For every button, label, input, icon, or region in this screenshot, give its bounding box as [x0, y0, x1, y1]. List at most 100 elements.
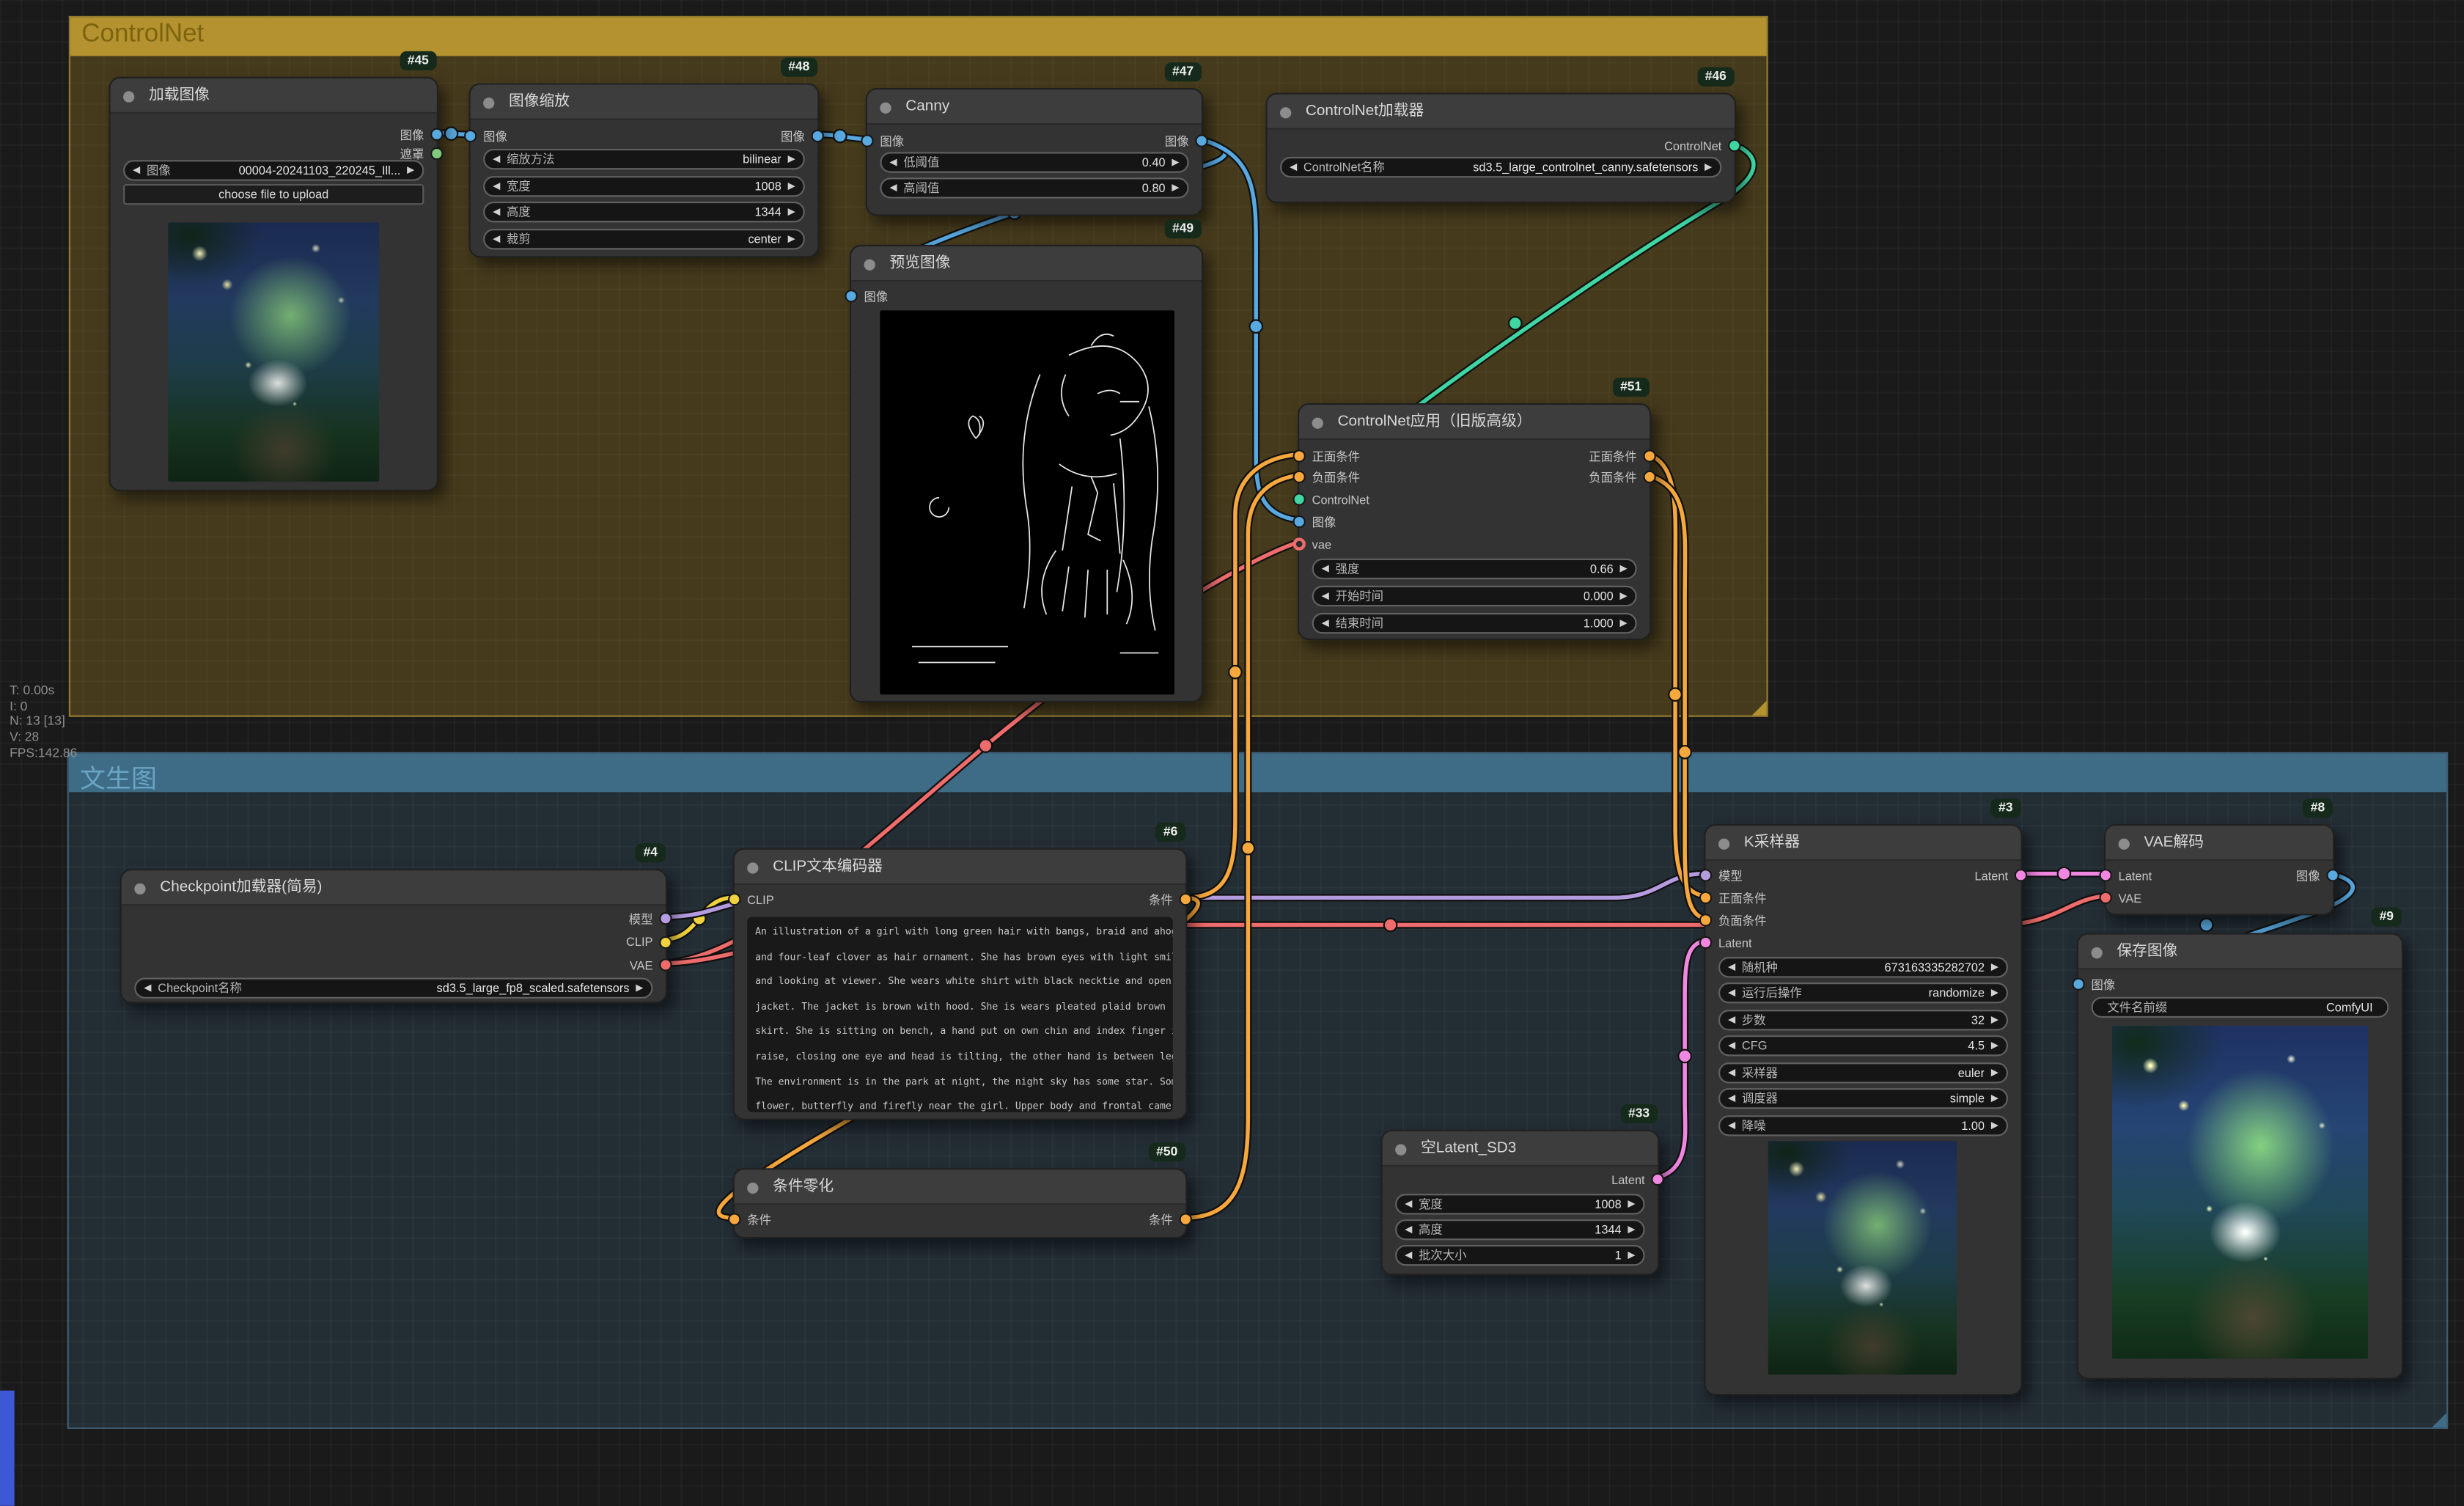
collapse-dot-icon[interactable] — [1312, 417, 1323, 428]
node-ksampler[interactable]: #3K采样器模型正面条件负面条件LatentLatent◀随机种67316333… — [1704, 824, 2022, 1395]
reroute-dot[interactable] — [1509, 317, 1521, 329]
widget-调度器[interactable]: ◀调度器simple▶ — [1718, 1088, 2008, 1109]
widget-步数[interactable]: ◀步数32▶ — [1718, 1009, 2008, 1029]
reroute-dot[interactable] — [1384, 919, 1397, 931]
reroute-dot[interactable] — [1229, 666, 1241, 678]
output-port-VAE[interactable] — [659, 958, 672, 971]
node-checkpoint-loader[interactable]: #4Checkpoint加载器(简易)模型CLIPVAE◀Checkpoint名… — [120, 869, 667, 1003]
increment-arrow-icon[interactable]: ▶ — [1991, 1093, 1998, 1104]
input-port-负面条件[interactable] — [1699, 914, 1712, 926]
reroute-dot[interactable] — [1678, 1050, 1691, 1062]
widget-button[interactable]: choose file to upload — [123, 184, 424, 205]
increment-arrow-icon[interactable]: ▶ — [1172, 156, 1179, 167]
input-port-图像[interactable] — [861, 134, 873, 147]
output-port-遮罩[interactable] — [430, 147, 443, 160]
output-port-条件[interactable] — [1180, 1213, 1192, 1225]
reroute-dot[interactable] — [2200, 919, 2213, 931]
decrement-arrow-icon[interactable]: ◀ — [133, 165, 140, 176]
input-port-图像[interactable] — [464, 130, 477, 142]
output-port-负面条件[interactable] — [1643, 471, 1655, 483]
input-port-Latent[interactable] — [1699, 936, 1712, 949]
decrement-arrow-icon[interactable]: ◀ — [1322, 589, 1329, 600]
node-title[interactable]: 预览图像 — [851, 246, 1202, 282]
input-port-Latent[interactable] — [2099, 869, 2111, 881]
widget-低阈值[interactable]: ◀低阈值0.40▶ — [880, 151, 1188, 172]
decrement-arrow-icon[interactable]: ◀ — [1322, 617, 1329, 628]
output-port-图像[interactable] — [2326, 869, 2339, 881]
collapse-dot-icon[interactable] — [2092, 947, 2103, 958]
collapse-dot-icon[interactable] — [134, 883, 145, 894]
decrement-arrow-icon[interactable]: ◀ — [1322, 562, 1329, 573]
node-title[interactable]: K采样器 — [1706, 826, 2021, 861]
widget-ControlNet名称[interactable]: ◀ControlNet名称sd3.5_large_controlnet_cann… — [1280, 156, 1721, 177]
decrement-arrow-icon[interactable]: ◀ — [1728, 1120, 1735, 1131]
input-port-vae[interactable] — [1292, 537, 1305, 550]
reroute-dot[interactable] — [445, 128, 457, 140]
increment-arrow-icon[interactable]: ▶ — [788, 154, 795, 165]
increment-arrow-icon[interactable]: ▶ — [1628, 1198, 1635, 1209]
decrement-arrow-icon[interactable]: ◀ — [889, 183, 897, 194]
decrement-arrow-icon[interactable]: ◀ — [493, 180, 500, 191]
input-port-ControlNet[interactable] — [1292, 493, 1305, 505]
decrement-arrow-icon[interactable]: ◀ — [144, 982, 151, 993]
increment-arrow-icon[interactable]: ▶ — [1172, 183, 1179, 194]
input-port-正面条件[interactable] — [1699, 892, 1712, 904]
decrement-arrow-icon[interactable]: ◀ — [1405, 1224, 1412, 1235]
collapse-dot-icon[interactable] — [864, 258, 875, 269]
input-port-正面条件[interactable] — [1292, 449, 1305, 462]
node-title[interactable]: Checkpoint加载器(简易) — [122, 870, 666, 906]
increment-arrow-icon[interactable]: ▶ — [1991, 1067, 1998, 1078]
collapse-dot-icon[interactable] — [1718, 838, 1729, 849]
decrement-arrow-icon[interactable]: ◀ — [1405, 1198, 1412, 1209]
widget-开始时间[interactable]: ◀开始时间0.000▶ — [1312, 585, 1637, 606]
widget-高阈值[interactable]: ◀高阈值0.80▶ — [880, 177, 1188, 198]
collapse-dot-icon[interactable] — [1280, 106, 1291, 117]
widget-Checkpoint名称[interactable]: ◀Checkpoint名称sd3.5_large_fp8_scaled.safe… — [134, 977, 652, 997]
node-title[interactable]: Canny — [867, 89, 1202, 125]
node-title[interactable]: 空Latent_SD3 — [1383, 1131, 1658, 1167]
node-title[interactable]: ControlNet应用（旧版高级） — [1299, 405, 1650, 440]
decrement-arrow-icon[interactable]: ◀ — [1728, 988, 1735, 999]
increment-arrow-icon[interactable]: ▶ — [1628, 1250, 1635, 1261]
decrement-arrow-icon[interactable]: ◀ — [1290, 161, 1297, 172]
output-port-图像[interactable] — [430, 128, 443, 141]
increment-arrow-icon[interactable]: ▶ — [1620, 562, 1628, 573]
decrement-arrow-icon[interactable]: ◀ — [1728, 1067, 1735, 1078]
widget-宽度[interactable]: ◀宽度1008▶ — [1395, 1193, 1644, 1213]
widget-缩放方法[interactable]: ◀缩放方法bilinear▶ — [483, 149, 805, 169]
increment-arrow-icon[interactable]: ▶ — [1991, 1040, 1998, 1051]
increment-arrow-icon[interactable]: ▶ — [788, 180, 795, 191]
widget-文件名前缀[interactable]: 文件名前缀ComfyUI — [2092, 996, 2389, 1017]
decrement-arrow-icon[interactable]: ◀ — [493, 233, 500, 244]
widget-强度[interactable]: ◀强度0.66▶ — [1312, 558, 1637, 578]
input-port-模型[interactable] — [1699, 869, 1712, 881]
node-apply-controlnet[interactable]: #51ControlNet应用（旧版高级）正面条件负面条件ControlNet图… — [1298, 403, 1651, 640]
reroute-dot[interactable] — [1669, 688, 1681, 700]
output-port-CLIP[interactable] — [659, 936, 672, 948]
output-port-条件[interactable] — [1180, 893, 1192, 906]
reroute-dot[interactable] — [1242, 842, 1254, 854]
widget-CFG[interactable]: ◀CFG4.5▶ — [1718, 1035, 2008, 1056]
increment-arrow-icon[interactable]: ▶ — [1620, 617, 1628, 628]
node-title[interactable]: CLIP文本编码器 — [735, 850, 1185, 885]
node-title[interactable]: 加载图像 — [111, 78, 437, 114]
output-port-图像[interactable] — [812, 130, 824, 142]
node-clip-text-encode[interactable]: #6CLIP文本编码器CLIP条件An illustration of a gi… — [733, 848, 1188, 1120]
node-empty-latent-sd3[interactable]: #33空Latent_SD3Latent◀宽度1008▶◀高度1344▶◀批次大… — [1380, 1130, 1659, 1276]
widget-图像[interactable]: ◀图像00004-20241103_220245_Ill...▶ — [123, 160, 424, 180]
reroute-dot[interactable] — [834, 130, 846, 142]
output-port-Latent[interactable] — [2015, 869, 2027, 881]
decrement-arrow-icon[interactable]: ◀ — [1405, 1250, 1412, 1261]
increment-arrow-icon[interactable]: ▶ — [788, 233, 795, 244]
reroute-dot[interactable] — [979, 739, 992, 752]
decrement-arrow-icon[interactable]: ◀ — [1728, 1040, 1735, 1051]
decrement-arrow-icon[interactable]: ◀ — [493, 207, 500, 218]
increment-arrow-icon[interactable]: ▶ — [1628, 1224, 1635, 1235]
decrement-arrow-icon[interactable]: ◀ — [889, 156, 897, 167]
output-port-ControlNet[interactable] — [1728, 139, 1740, 152]
output-port-Latent[interactable] — [1651, 1173, 1663, 1186]
widget-结束时间[interactable]: ◀结束时间1.000▶ — [1312, 612, 1637, 633]
reroute-dot[interactable] — [1678, 746, 1691, 758]
node-graph-canvas[interactable]: T: 0.00sI: 0N: 13 [13]V: 28FPS:142.86 Co… — [0, 0, 2464, 1506]
reroute-dot[interactable] — [1250, 320, 1262, 332]
